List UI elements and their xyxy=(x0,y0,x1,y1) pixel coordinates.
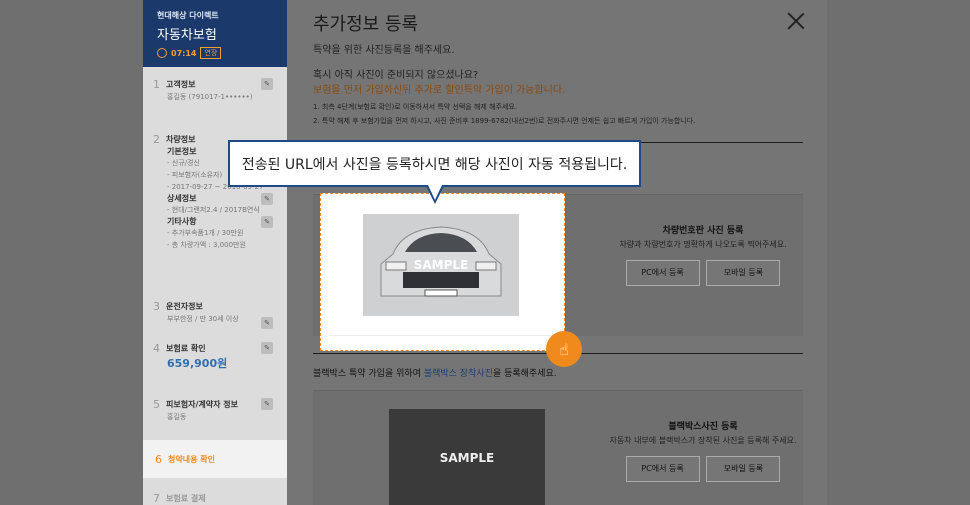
edit-pencil-icon[interactable]: ✎ xyxy=(261,78,273,90)
edit-pencil-icon[interactable]: ✎ xyxy=(261,398,273,410)
blackbox-upload-desc: 자동차 내부에 블랙박스가 장착된 사진을 등록해 주세요. xyxy=(609,436,797,445)
sample-watermark: SAMPLE xyxy=(439,450,495,465)
etc-line: - 추가부속품1개 / 30만원 xyxy=(167,229,244,237)
notice-step-2: 2. 특약 해제 후 보험가입을 먼저 하시고, 사진 준비후 1899-678… xyxy=(313,117,696,125)
blackbox-upload-info: 블랙박스사진 등록 자동차 내부에 블랙박스가 장착된 사진을 등록해 주세요.… xyxy=(603,419,803,482)
close-icon[interactable] xyxy=(787,12,805,30)
section-payment: 7 보험료 결제 xyxy=(153,492,277,505)
insured-summary: 홍길동 xyxy=(167,413,187,421)
clock-icon xyxy=(157,48,167,58)
etc-line: - 총 차량가액 : 3,000만원 xyxy=(167,241,246,249)
step-number: 5 xyxy=(153,398,160,411)
section-title: 운전자정보 xyxy=(166,302,203,311)
blackbox-notice: 블랙박스 특약 가입을 위하여 블랙박스 장착사진을 등록해주세요. xyxy=(313,366,557,379)
divider xyxy=(329,335,556,336)
section-review-active[interactable]: 6 청약내용 확인 xyxy=(143,440,287,478)
section-title: 차량정보 xyxy=(166,135,196,144)
plate-sample-image: SAMPLE xyxy=(363,214,519,316)
blackbox-suffix: 을 등록해주세요. xyxy=(492,369,557,379)
tooltip-arrow-inner xyxy=(428,185,442,200)
plate-mobile-upload-button[interactable]: 모바일 등록 xyxy=(706,260,781,286)
sample-watermark: SAMPLE xyxy=(413,258,469,272)
plate-upload-info: 차량번호판 사진 등록 차량과 차량번호가 명확하게 나오도록 찍어주세요. P… xyxy=(603,223,803,286)
section-title: 보험료 결제 xyxy=(166,494,206,503)
customer-summary: 홍길동 (791017-1••••••) xyxy=(167,93,253,101)
edit-pencil-icon[interactable]: ✎ xyxy=(261,317,273,329)
blackbox-upload-card: SAMPLE 블랙박스사진 등록 자동차 내부에 블랙박스가 장착된 사진을 등… xyxy=(313,390,803,505)
plate-pc-upload-button[interactable]: PC에서 등록 xyxy=(625,260,700,286)
section-title: 보험료 확인 xyxy=(166,344,206,353)
blackbox-sample-image: SAMPLE xyxy=(389,409,545,505)
section-premium: 4 보험료 확인 ✎ 659,900원 xyxy=(153,342,277,371)
notice-step-1: 1. 최측 4단계(보험료 확인)로 이동하셔서 특약 선택을 해제 해주세요. xyxy=(313,103,518,111)
blackbox-link[interactable]: 블랙박스 장착사진 xyxy=(424,369,493,379)
edit-pencil-icon[interactable]: ✎ xyxy=(261,342,273,354)
sidebar: 현대해상 다이렉트 자동차보험 07:14 연장 1 고객정보 ✎ 홍길동 (79… xyxy=(143,0,287,505)
notice-question: 혹시 아직 사진이 준비되지 않으셨나요? xyxy=(313,70,479,81)
edit-pencil-icon[interactable]: ✎ xyxy=(261,216,273,228)
blackbox-upload-title: 블랙박스사진 등록 xyxy=(668,422,738,432)
step-number: 2 xyxy=(153,133,160,146)
edit-pencil-icon[interactable]: ✎ xyxy=(261,193,273,205)
blackbox-pc-upload-button[interactable]: PC에서 등록 xyxy=(625,456,700,482)
detail-line: - 현대/그랜저2.4 / 2017B연식 xyxy=(167,206,260,214)
url-upload-tooltip: 전송된 URL에서 사진을 등록하시면 해당 사진이 자동 적용됩니다. xyxy=(228,140,641,187)
plate-photo-upload-area[interactable]: SAMPLE xyxy=(320,193,565,351)
notice-highlight: 보험을 먼저 가입하신뒤 추가로 할인특약 가입이 가능합니다. xyxy=(313,85,566,96)
section-title: 피보험자/계약자 정보 xyxy=(166,400,238,409)
tap-hand-icon: ☝ xyxy=(546,331,582,367)
timer-row: 07:14 연장 xyxy=(157,47,273,59)
sidebar-header: 현대해상 다이렉트 자동차보험 07:14 연장 xyxy=(143,0,287,67)
step-number: 6 xyxy=(155,452,162,466)
section-title: 고객정보 xyxy=(166,80,196,89)
modal-title: 추가정보 등록 xyxy=(313,14,419,35)
step-number: 4 xyxy=(153,342,160,355)
section-customer: 1 고객정보 ✎ 홍길동 (791017-1••••••) xyxy=(153,78,277,103)
step-number: 1 xyxy=(153,78,160,91)
blackbox-mobile-upload-button[interactable]: 모바일 등록 xyxy=(706,456,781,482)
section-driver: 3 운전자정보 ✎ 부부한정 / 만 30세 이상 xyxy=(153,300,277,329)
step-number: 3 xyxy=(153,300,160,313)
plate-upload-desc: 차량과 차량번호가 명확하게 나오도록 찍어주세요. xyxy=(619,240,787,249)
plate-upload-title: 차량번호판 사진 등록 xyxy=(662,226,744,236)
modal-subtitle: 특약을 위한 사진등록을 해주세요. xyxy=(313,45,455,56)
section-insured: 5 피보험자/계약자 정보 ✎ 홍길동 xyxy=(153,398,277,423)
extend-button[interactable]: 연장 xyxy=(200,47,222,59)
session-timer: 07:14 xyxy=(171,48,197,58)
product-title: 자동차보험 xyxy=(157,28,217,43)
tooltip-text: 전송된 URL에서 사진을 등록하시면 해당 사진이 자동 적용됩니다. xyxy=(241,156,628,173)
brand-label: 현대해상 다이렉트 xyxy=(157,11,219,20)
premium-amount: 659,900원 xyxy=(167,357,228,370)
blackbox-prefix: 블랙박스 특약 가입을 위하여 xyxy=(313,369,424,379)
step-number: 7 xyxy=(153,492,160,505)
section-title: 청약내용 확인 xyxy=(168,454,215,464)
